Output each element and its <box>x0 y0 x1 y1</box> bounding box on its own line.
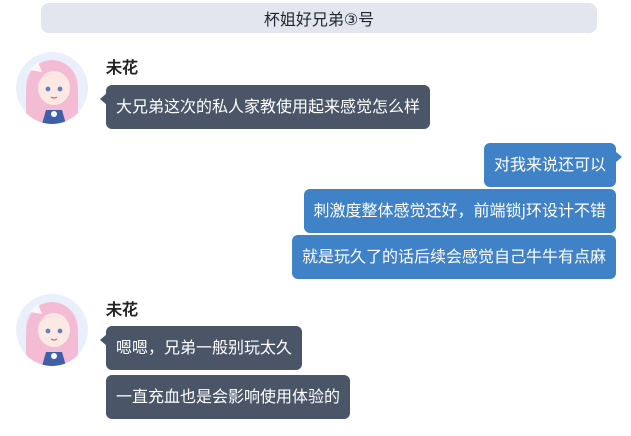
bubble-tail <box>100 334 107 346</box>
message-text: 嗯嗯，兄弟一般别玩太久 <box>116 338 293 357</box>
message-bubble[interactable]: 一直充血也是会影响使用体验的 <box>106 375 351 419</box>
message-text: 对我来说还可以 <box>493 155 606 174</box>
message-text: 刺激度整体感觉还好，前端锁j环设计不错 <box>313 201 606 220</box>
message-bubble[interactable]: 嗯嗯，兄弟一般别玩太久 <box>100 326 303 370</box>
message-bubble[interactable]: 就是玩久了的话后续会感觉自己牛牛有点麻 <box>291 235 616 279</box>
avatar-image <box>16 294 88 366</box>
message-bubble[interactable]: 对我来说还可以 <box>483 143 622 187</box>
message-bubble[interactable]: 大兄弟这次的私人家教使用起来感觉怎么样 <box>100 85 431 129</box>
chat-title-bar: 杯姐好兄弟③号 <box>41 3 597 33</box>
avatar[interactable] <box>16 294 88 366</box>
message-bubble[interactable]: 刺激度整体感觉还好，前端锁j环设计不错 <box>303 189 616 233</box>
message-text: 一直充血也是会影响使用体验的 <box>116 387 341 406</box>
avatar[interactable] <box>16 52 88 124</box>
sender-name: 未花 <box>106 58 139 77</box>
avatar-image <box>16 52 88 124</box>
chat-title: 杯姐好兄弟③号 <box>263 10 375 29</box>
message-text: 就是玩久了的话后续会感觉自己牛牛有点麻 <box>301 247 606 266</box>
sender-name: 未花 <box>106 300 139 319</box>
bubble-tail <box>615 151 622 163</box>
bubble-tail <box>100 93 107 105</box>
message-text: 大兄弟这次的私人家教使用起来感觉怎么样 <box>116 97 421 116</box>
